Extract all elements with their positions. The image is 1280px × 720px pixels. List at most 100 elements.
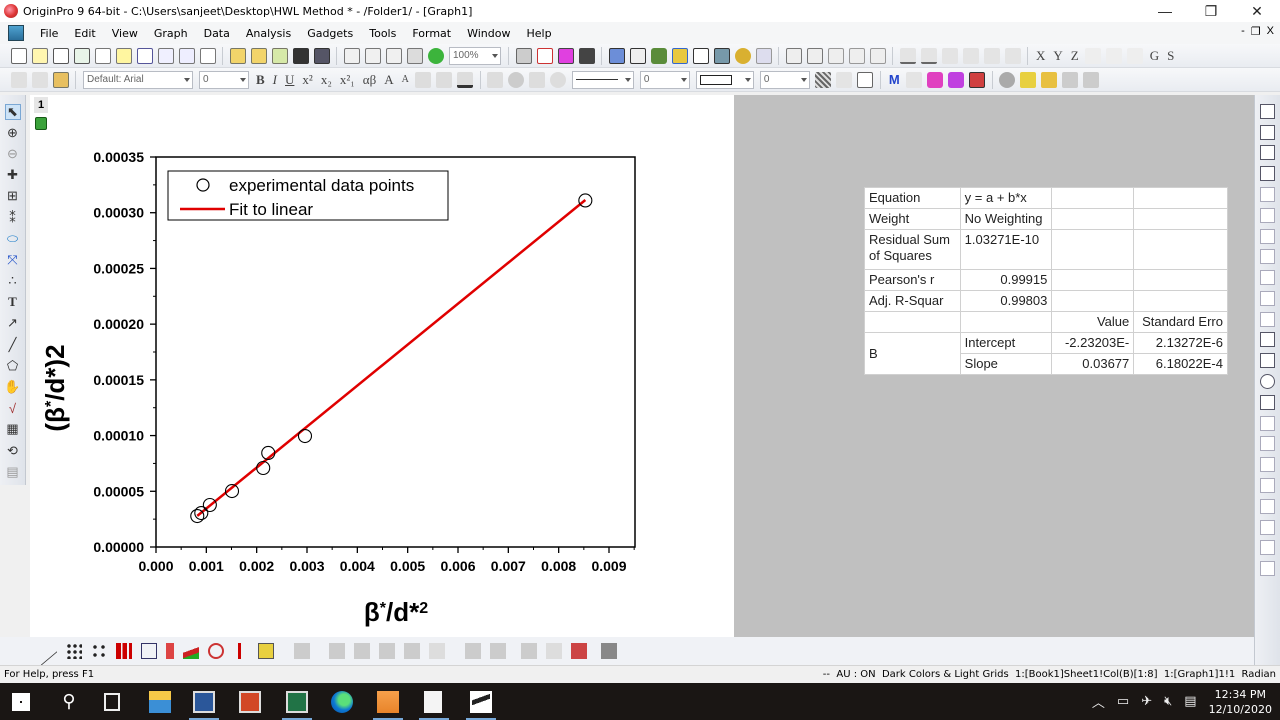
align-hcenter-icon[interactable] [1260,519,1275,535]
y-tick-label: 0.00020 [93,316,144,332]
clock-time: 12:34 PM [1214,687,1266,701]
excel-icon[interactable] [286,691,308,713]
align-left-icon[interactable] [1260,457,1275,473]
align-bottom-icon[interactable] [1260,436,1275,452]
edge-icon[interactable] [331,691,353,713]
scatter-plot-icon[interactable] [65,643,82,659]
x-tick-label: 0.007 [491,558,526,574]
file-explorer-icon[interactable] [149,691,171,713]
notepad-icon[interactable] [424,691,442,713]
clock[interactable]: 12:34 PM 12/10/2020 [1209,687,1272,717]
add-top-x-axis-icon[interactable] [1260,207,1275,223]
align-top-icon[interactable] [1260,415,1275,431]
fit-row-value [1051,269,1135,291]
contour-icon[interactable] [403,643,420,659]
start-button-icon[interactable] [12,693,30,711]
x-tick-label: 0.005 [390,558,425,574]
x-tick-label: 0.009 [591,558,626,574]
3d-plot-icon[interactable] [294,643,310,659]
notifications-icon[interactable]: ▤ [1184,694,1196,709]
fit-row-value: y = a + b*x [959,187,1053,209]
template-library-icon[interactable] [257,643,274,659]
x-tick-label: 0.006 [440,558,475,574]
tilt-icon[interactable] [520,643,537,659]
fit-param-value: -2.23203E- [1051,332,1135,354]
fit-row-value: 0.99803 [959,290,1053,312]
add-bottom-x-axis-icon[interactable] [1260,187,1275,203]
status-bar: For Help, press F1 -- AU : ON Dark Color… [0,665,1280,683]
battery-icon[interactable]: ▭ [1117,694,1129,709]
legend-label-data: experimental data points [229,176,414,195]
data-point[interactable] [190,508,205,524]
origin-taskbar-icon[interactable] [377,691,399,713]
line-symbol-plot-icon[interactable] [90,643,107,659]
status-info-text: -- AU : ON Dark Colors & Light Grids 1:[… [822,669,1276,680]
2d-graphs-toolbar [0,636,1254,666]
powerpoint-icon[interactable] [239,691,261,713]
y-tick-label: 0.00035 [93,149,144,165]
fit-param-name: Intercept [959,332,1053,354]
rotate-ccw-icon[interactable] [465,643,481,659]
fit-results-table[interactable]: Equation y = a + b*x Weight No Weighting Res… [864,187,1228,375]
add-table-icon[interactable] [1260,394,1275,410]
column-plot-icon[interactable] [115,643,132,659]
reset-3d-icon[interactable] [601,643,617,659]
increase-perspective-icon[interactable] [545,643,562,659]
data-point[interactable] [297,428,313,444]
fit-column-header [959,311,1053,333]
layer-2-icon[interactable] [1260,145,1275,161]
fit-table-row: Weight No Weighting [864,208,1228,230]
add-color-scale-icon[interactable] [1260,332,1275,348]
volume-muted-icon[interactable]: 🔇︎ [1164,694,1172,709]
x-tick-label: 0.001 [189,558,224,574]
search-icon[interactable]: ⚲ [58,691,80,713]
error-bar-icon[interactable] [165,643,174,659]
align-vcenter-icon[interactable] [1260,498,1275,514]
word-icon[interactable] [193,691,215,713]
align-right-icon[interactable] [1260,477,1275,493]
photos-icon[interactable] [470,691,492,713]
extract-layers-icon[interactable] [1260,311,1275,327]
multi-panel-icon[interactable] [140,643,157,659]
fit-line[interactable] [196,199,587,517]
add-box-axes-icon[interactable] [1260,249,1275,265]
stock-plot-icon[interactable] [232,643,249,659]
rescale-icon[interactable] [1260,103,1275,119]
area-plot-icon[interactable] [182,643,199,659]
system-tray: ︿ ▭ ✈ 🔇︎ ▤ 12:34 PM 12/10/2020 [1086,683,1272,720]
task-view-icon[interactable] [104,693,120,711]
distribute-h-icon[interactable] [1260,561,1275,577]
fit-param-name: Slope [959,353,1053,375]
x-tick-label: 0.003 [289,558,324,574]
fit-row-label: Residual Sum of Squares [864,229,961,270]
x-axis-label[interactable]: β*/d*2 [364,597,428,627]
y-axis-label[interactable]: (β*/d*)2 [40,344,70,431]
layer-1-icon[interactable] [1260,124,1275,140]
line-plot-icon[interactable] [40,636,57,666]
show-hidden-icons-icon[interactable]: ︿ [1092,692,1105,711]
add-inset-icon[interactable] [1260,270,1275,286]
decrease-perspective-icon[interactable] [570,643,587,659]
fit-row-value: No Weighting [959,208,1053,230]
fit-table-row: Adj. R-Squar 0.99803 [864,290,1228,312]
legend[interactable]: experimental data points Fit to linear [167,170,449,221]
image-plot-icon[interactable] [428,643,445,659]
3d-wire-icon[interactable] [353,643,370,659]
fit-param-row: B Intercept -2.23203E- 2.13272E-6 [864,332,1228,375]
rotate-cw-icon[interactable] [490,643,506,659]
distribute-v-icon[interactable] [1260,540,1275,556]
polar-plot-icon[interactable] [207,643,224,659]
add-inset-data-icon[interactable] [1260,290,1275,306]
date-time-icon[interactable] [1260,374,1275,390]
y-tick-label: 0.00015 [93,372,144,388]
layer-4-icon[interactable] [1260,166,1275,182]
airplane-mode-icon[interactable]: ✈ [1141,694,1152,709]
3d-bars-icon[interactable] [378,643,395,659]
fit-row-label: Weight [864,208,961,230]
fit-row-value [1051,290,1135,312]
add-right-y-axis-icon[interactable] [1260,228,1275,244]
add-legend-icon[interactable] [1260,353,1275,369]
fit-column-header: Value [1051,311,1135,333]
3d-surface-icon[interactable] [328,643,345,659]
graph-tools-toolbar [1254,95,1280,665]
